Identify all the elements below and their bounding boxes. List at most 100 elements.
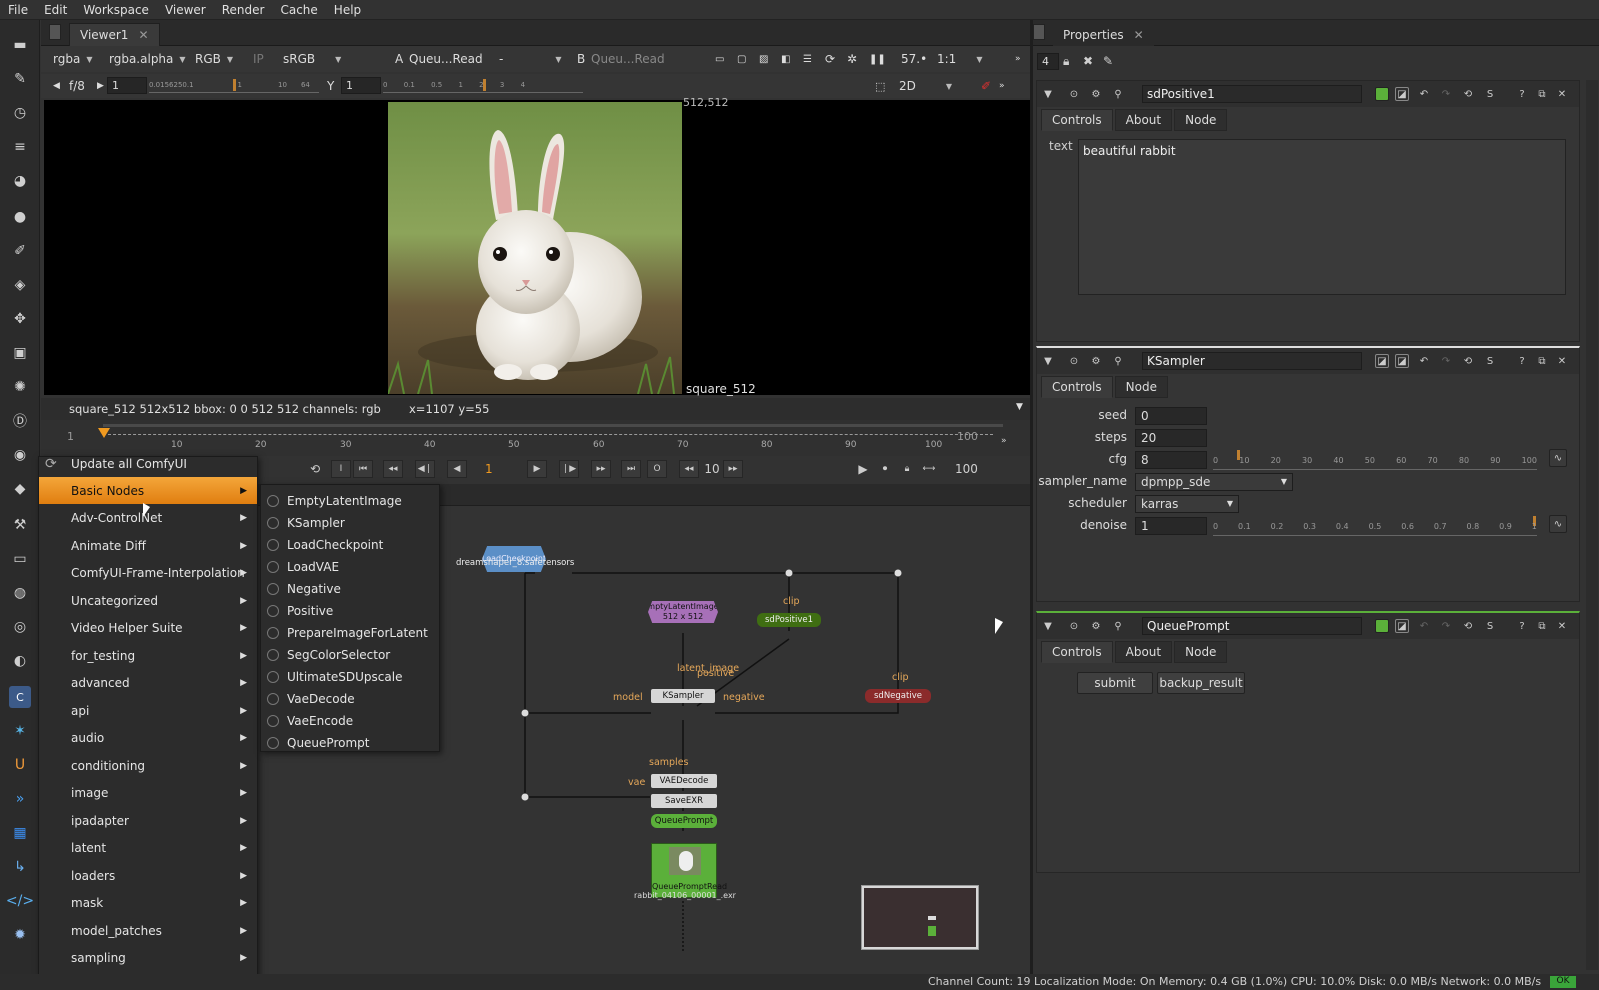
tab-node[interactable]: Node [1174,641,1228,663]
backup-result-button[interactable]: backup_result [1157,672,1245,694]
menu-viewer[interactable]: Viewer [157,3,214,17]
clear-icon[interactable]: ✖ [1083,54,1093,68]
scheduler-dropdown[interactable]: karras ▼ [1135,495,1239,513]
particles-icon[interactable]: ✺ [9,376,31,398]
image-icon[interactable]: ▬ [9,34,31,56]
cfg-field[interactable]: 8 [1135,451,1207,469]
proxy-icon[interactable]: ◧ [775,49,796,69]
menu-item-animate-diff[interactable]: Animate Diff ▶ [39,532,257,559]
furnace-icon[interactable]: ◍ [9,582,31,604]
code-icon[interactable]: </> [6,890,34,912]
node-name-field[interactable]: KSampler [1142,352,1362,370]
undo-icon[interactable]: ↶ [1417,354,1431,368]
tab-about[interactable]: About [1114,641,1173,663]
revert-icon[interactable]: ⟲ [1461,619,1475,633]
color-swatch[interactable] [1375,87,1389,101]
menu-help[interactable]: Help [326,3,369,17]
filter-icon[interactable]: ● [9,206,31,228]
play-forward-icon[interactable]: ▶ [527,460,547,478]
menu-item-frame-interpolation[interactable]: ComfyUI-Frame-Interpolation ▶ [39,559,257,586]
cara-icon[interactable]: ◐ [9,650,31,672]
3d-icon[interactable]: ▣ [9,342,31,364]
float-icon[interactable]: ⧉ [1535,354,1549,368]
submenu-item-ultimate-sd-upscale[interactable]: UltimateSDUpscale [261,666,439,688]
region-icon[interactable]: ⬚ [869,76,891,96]
node-name-field[interactable]: QueuePrompt [1142,617,1362,635]
channels-dropdown[interactable]: rgba ▼ [47,49,98,69]
edit-icon[interactable]: ✎ [1103,54,1113,68]
prev-keyframe-icon[interactable]: ◂◂ [383,460,403,478]
script-icon[interactable]: S [1483,354,1497,368]
submenu-item-ksampler[interactable]: KSampler [261,512,439,534]
color-picker-icon[interactable]: ◪ [1395,354,1409,368]
compare-op-dropdown[interactable]: - ▼ [493,49,573,69]
collapse-icon[interactable]: ▼ [1041,87,1055,101]
close-icon[interactable]: ✕ [138,28,148,42]
network-icon[interactable]: ✶ [9,720,31,742]
input-icon[interactable]: ⚙ [1089,354,1103,368]
tab-node[interactable]: Node [1114,376,1168,398]
gain-field[interactable]: 1 [107,77,147,94]
a-input-dropdown[interactable]: Queu...Read [403,49,493,69]
menu-render[interactable]: Render [214,3,273,17]
sampler-name-dropdown[interactable]: dpmpp_sde ▼ [1135,473,1293,491]
submit-button[interactable]: submit [1077,672,1153,694]
ip-button[interactable]: IP [247,49,270,69]
graph-minimap[interactable] [861,885,979,950]
color-swatch[interactable] [1375,619,1389,633]
ocula-icon[interactable]: ◎ [9,616,31,638]
settings-icon[interactable]: ✲ [841,49,863,69]
alpha-dropdown[interactable]: rgba.alpha ▼ [103,49,192,69]
expand-icon[interactable]: » [1001,436,1007,446]
submenu-item-vae-decode[interactable]: VaeDecode [261,688,439,710]
menu-item-update-all-comfyui[interactable]: ⟳ Update all ComfyUI [39,450,257,477]
menu-item-audio[interactable]: audio ▶ [39,724,257,751]
metadata-icon[interactable]: ◆ [9,478,31,500]
color-picker-icon[interactable]: ◪ [1395,87,1409,101]
gain-slider-handle[interactable] [233,79,236,91]
sd-negative-node[interactable]: sdNegative [865,689,931,703]
menu-item-sampling[interactable]: sampling ▶ [39,944,257,971]
menu-item-video-helper-suite[interactable]: Video Helper Suite ▶ [39,614,257,641]
pane-grip[interactable] [1033,24,1045,40]
float-icon[interactable]: ⧉ [1535,87,1549,101]
merge-icon[interactable]: ◈ [9,274,31,296]
expand-icon[interactable]: » [1009,49,1027,69]
pane-grip[interactable] [49,24,61,40]
menu-cache[interactable]: Cache [272,3,325,17]
view-mode-dropdown[interactable]: 2D ▼ [893,76,963,96]
menu-item-conditioning[interactable]: conditioning ▶ [39,752,257,779]
revert-icon[interactable]: ⟲ [1461,87,1475,101]
end-frame[interactable]: 100 [955,462,978,476]
roi-icon[interactable]: ▭ [709,49,730,69]
redo-icon[interactable]: ↷ [1439,87,1453,101]
last-frame-icon[interactable]: ⏭ [621,460,641,478]
color-picker-icon[interactable]: ◪ [1375,354,1389,368]
submenu-item-negative[interactable]: Negative [261,578,439,600]
skip-back-icon[interactable]: ◂◂ [679,460,699,478]
transform-icon[interactable]: ✥ [9,308,31,330]
color-picker-icon[interactable]: ◪ [1395,619,1409,633]
playhead-icon[interactable] [98,428,110,438]
seed-field[interactable]: 0 [1135,407,1207,425]
center-icon[interactable]: ⊙ [1067,354,1081,368]
next-keyframe-icon[interactable]: ▸▸ [591,460,611,478]
center-icon[interactable]: ⊙ [1067,619,1081,633]
denoise-slider[interactable]: 0 0.1 0.2 0.3 0.4 0.5 0.6 0.7 0.8 0.9 1 [1213,516,1537,536]
expand-icon[interactable]: » [993,76,1011,96]
deep-icon[interactable]: Ⓓ [9,410,31,432]
skip-forward-icon[interactable]: ▸▸ [723,460,743,478]
arrow-plugin-icon[interactable]: » [9,788,31,810]
tab-node[interactable]: Node [1174,109,1228,131]
step-forward-icon[interactable]: ❘▶ [559,460,579,478]
redo-icon[interactable]: ↷ [1439,619,1453,633]
prompt-textarea[interactable]: beautiful rabbit [1078,139,1566,295]
range-icon[interactable]: ⟷ [919,460,939,478]
views-icon[interactable]: ◉ [9,444,31,466]
menu-workspace[interactable]: Workspace [75,3,157,17]
tab-controls[interactable]: Controls [1041,376,1113,398]
submenu-item-vae-encode[interactable]: VaeEncode [261,710,439,732]
collapse-icon[interactable]: ▼ [1041,619,1055,633]
colorspace-dropdown[interactable]: RGB ▼ [189,49,239,69]
undo-icon[interactable]: ↶ [1417,619,1431,633]
